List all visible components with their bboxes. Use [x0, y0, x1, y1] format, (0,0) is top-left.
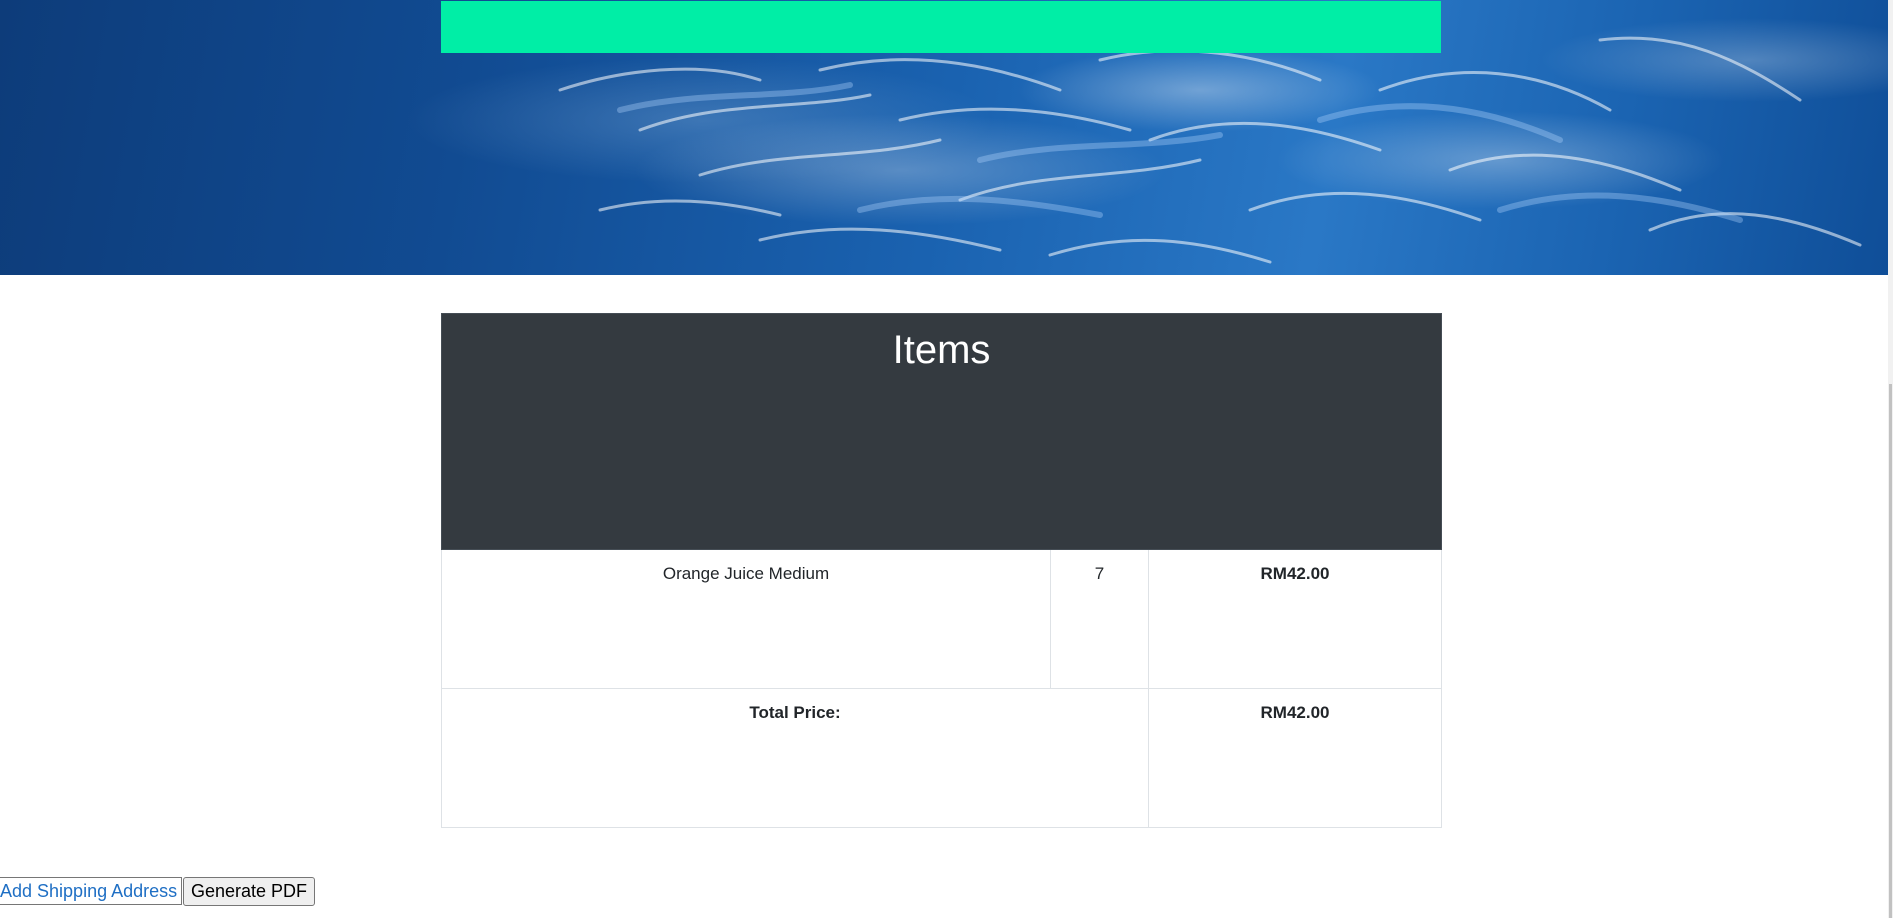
items-title: Items [440, 313, 1443, 550]
item-price: RM42.00 [1147, 549, 1443, 689]
items-table: Items Orange Juice Medium 7 RM42.00 Tota… [440, 313, 1443, 828]
total-row: Total Price: RM42.00 [441, 688, 1443, 828]
scrollbar-thumb[interactable] [1889, 384, 1892, 918]
total-value: RM42.00 [1147, 688, 1443, 828]
page: Items Orange Juice Medium 7 RM42.00 Tota… [0, 0, 1893, 918]
table-row: Orange Juice Medium 7 RM42.00 [441, 549, 1443, 689]
generate-pdf-button[interactable]: Generate PDF [183, 877, 316, 906]
item-name: Orange Juice Medium [441, 549, 1051, 689]
item-quantity: 7 [1050, 549, 1149, 689]
add-shipping-address-button[interactable]: Add Shipping Address [0, 877, 183, 905]
scrollbar[interactable] [1888, 0, 1893, 918]
total-label: Total Price: [441, 688, 1149, 828]
accent-strip [441, 1, 1441, 53]
hero-banner [0, 0, 1888, 275]
